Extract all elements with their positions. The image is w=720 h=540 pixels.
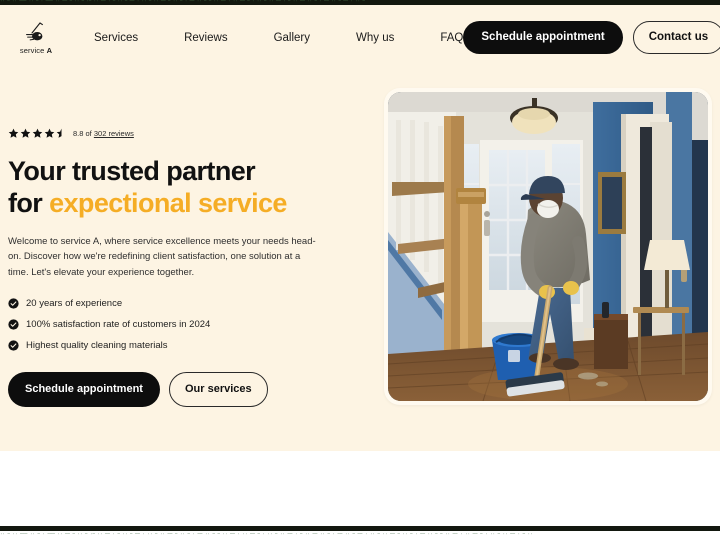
feature-list: 20 years of experience 100% satisfaction… <box>8 298 353 351</box>
logo-name-bold: A <box>46 45 53 55</box>
nav-item-reviews[interactable]: Reviews <box>184 32 227 44</box>
check-circle-icon <box>8 298 19 309</box>
logo[interactable]: service A <box>8 21 64 55</box>
nav-item-services[interactable]: Services <box>94 32 138 44</box>
top-strip-text: ·· ─ ·· ─── ·· ─ · ─── ·· ── ─ ·· ─ ·─ ·… <box>0 0 365 4</box>
star-icon <box>8 128 19 138</box>
star-icon <box>44 128 55 138</box>
star-icon <box>32 128 43 138</box>
hero-image <box>388 92 708 401</box>
hero-content: 8.8 of 302 reviews Your trusted partner … <box>8 128 353 407</box>
hero-schedule-appointment-button[interactable]: Schedule appointment <box>8 371 160 407</box>
rating-text: 8.8 of 302 reviews <box>73 129 134 138</box>
page-title: Your trusted partner for expectional ser… <box>8 155 353 220</box>
vacuum-icon <box>26 21 43 40</box>
check-circle-icon <box>8 340 19 351</box>
headline-line-2-lead: for <box>8 188 50 219</box>
primary-nav: Services Reviews Gallery Why us FAQ <box>94 32 463 44</box>
list-item: 20 years of experience <box>8 298 353 309</box>
feature-label: 100% satisfaction rate of customers in 2… <box>26 318 211 330</box>
nav-item-faq[interactable]: FAQ <box>440 32 463 44</box>
logo-name-light: service <box>19 45 45 55</box>
hero-image-frame <box>384 88 712 405</box>
headline-line-1: Your trusted partner <box>8 156 256 186</box>
rating-row: 8.8 of 302 reviews <box>8 128 353 139</box>
rating-score-text: 8.8 of <box>73 129 92 138</box>
feature-label: 20 years of experience <box>26 297 123 309</box>
headline-accent: expectional service <box>49 188 287 219</box>
star-rating <box>8 128 67 139</box>
header-schedule-appointment-button[interactable]: Schedule appointment <box>463 20 623 55</box>
site-header: service A Services Reviews Gallery Why u… <box>0 5 720 70</box>
logo-text: service A <box>20 46 52 55</box>
landing-page: ·· ─ ·· ─── ·· ─ · ─── ·· ── ─ ·· ─ ·─ ·… <box>0 0 720 540</box>
hero-paragraph: Welcome to service A, where service exce… <box>8 235 316 279</box>
hero-our-services-button[interactable]: Our services <box>168 371 268 407</box>
bottom-edge-strip <box>0 526 720 531</box>
bottom-strip-text: ·· ─ ·· ─── ·· ─ · ─── ·· ── ─ ·· ─ ·─ ·… <box>0 531 720 540</box>
star-icon <box>20 128 31 138</box>
hallway-cleaning-photo <box>388 92 708 401</box>
list-item: Highest quality cleaning materials <box>8 340 353 351</box>
hero-cta-row: Schedule appointment Our services <box>8 371 353 407</box>
feature-label: Highest quality cleaning materials <box>26 339 168 351</box>
nav-item-why-us[interactable]: Why us <box>356 32 394 44</box>
header-contact-us-button[interactable]: Contact us <box>632 20 720 55</box>
header-actions: Schedule appointment Contact us <box>463 20 720 55</box>
star-half-icon <box>56 128 62 138</box>
top-edge-strip: ·· ─ ·· ─── ·· ─ · ─── ·· ── ─ ·· ─ ·─ ·… <box>0 0 720 5</box>
reviews-link[interactable]: 302 reviews <box>94 129 134 138</box>
check-circle-icon <box>8 319 19 330</box>
list-item: 100% satisfaction rate of customers in 2… <box>8 319 353 330</box>
nav-item-gallery[interactable]: Gallery <box>274 32 310 44</box>
